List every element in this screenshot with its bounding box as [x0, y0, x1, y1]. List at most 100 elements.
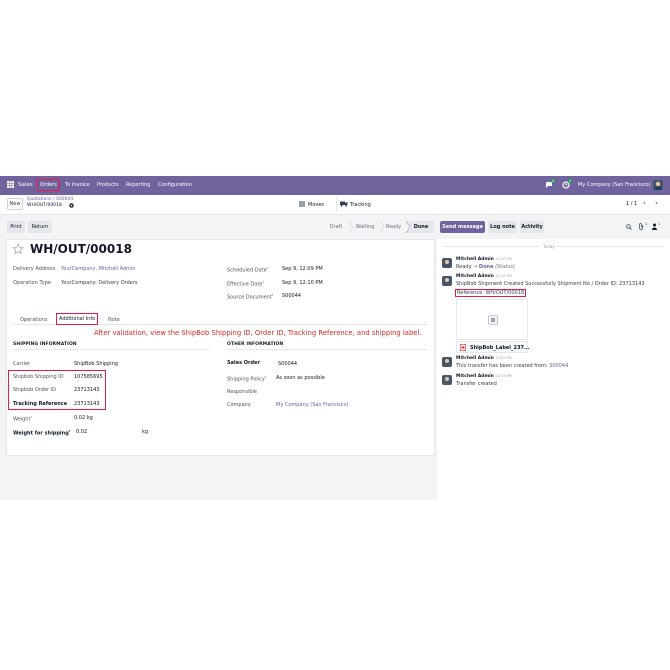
paperclip-icon[interactable] — [638, 223, 644, 230]
pdf-icon — [460, 344, 467, 353]
weight-label-text: Weight — [13, 416, 31, 423]
messages-badge: 4 — [551, 179, 556, 183]
print-button[interactable]: Print — [7, 221, 25, 233]
message-author[interactable]: Mitchell Admin 12:10 PM — [456, 274, 512, 279]
carrier-label: Carrier — [13, 361, 31, 367]
annotation-text: After validation, view the ShipBob Shipp… — [94, 329, 422, 337]
followers-count: 1 — [658, 222, 661, 226]
other-section-line — [227, 349, 427, 350]
shipment-created-text: ShipBob Shipment Created Successfully Sh… — [456, 281, 645, 287]
shipbob-shipping-id-label: Shipbob Shipping ID — [13, 374, 64, 380]
favorite-star-icon[interactable] — [12, 243, 24, 257]
shipbob-shipping-id-value: 107585695 — [74, 374, 103, 380]
shipment-reference-text: Reference: WH/OUT/00018 — [455, 289, 527, 297]
responsible-label: Responsible — [227, 389, 257, 395]
menu-orders[interactable]: Orders — [37, 179, 60, 191]
sales-order-value[interactable]: S00044 — [278, 361, 297, 367]
message-time: 12:09 PM — [495, 356, 512, 360]
company-value[interactable]: My Company (San Francisco) — [276, 402, 349, 408]
stage-done: Done — [413, 224, 429, 230]
message-author[interactable]: Mitchell Admin 12:09 PM — [456, 356, 512, 361]
scheduled-date-label: Scheduled Date? — [227, 266, 269, 274]
settings-gear-icon[interactable] — [69, 203, 74, 208]
source-document-label-text: Source Document — [227, 294, 272, 301]
activity-button[interactable]: Activity — [520, 221, 544, 233]
tracking-reference-value: 23713143 — [74, 401, 100, 407]
tab-operations[interactable]: Operations — [20, 317, 48, 323]
message-author-name: Mitchell Admin — [456, 374, 494, 379]
author-avatar[interactable] — [442, 276, 452, 286]
search-icon[interactable] — [626, 224, 632, 230]
message-time: 12:09 PM — [495, 374, 512, 378]
top-navbar: Sales Orders To Invoice Products Reporti… — [0, 176, 670, 195]
message-time: 12:10 PM — [495, 274, 512, 278]
message-author-name: Mitchell Admin — [456, 356, 494, 361]
effective-date-value: Sep 9, 12:10 PM — [282, 280, 323, 286]
shipping-section-title: SHIPPING INFORMATION — [13, 342, 77, 347]
message-author[interactable]: Mitchell Admin 12:09 PM — [456, 374, 512, 379]
shipping-section-line — [13, 349, 210, 350]
weight-shipping-label: Weight for shipping? — [13, 429, 71, 437]
effective-date-label: Effective Date? — [227, 280, 264, 288]
author-avatar[interactable] — [442, 258, 452, 268]
author-avatar[interactable] — [442, 357, 452, 367]
label-attachment-preview[interactable] — [456, 299, 528, 340]
shipbob-order-id-label: Shipbob Order ID — [13, 387, 57, 393]
tracking-smart-button[interactable]: Tracking — [336, 197, 378, 212]
today-label: Today — [543, 244, 555, 249]
status-field: (Status) — [495, 264, 515, 270]
menu-configuration[interactable]: Configuration — [158, 182, 192, 188]
status-change-line: Ready → Done (Status) — [456, 264, 515, 270]
scheduled-date-value[interactable]: Sep 9, 12:09 PM — [282, 266, 323, 272]
arrow-right-icon: → — [473, 264, 478, 270]
transfer-origin-link[interactable]: S00044 — [549, 363, 568, 369]
activity-badge: 4 — [568, 179, 573, 183]
company-switcher[interactable]: My Company (San Francisco) — [578, 182, 651, 188]
shipping-policy-value[interactable]: As soon as possible — [276, 375, 325, 381]
pager-value[interactable]: 1 / 1 — [626, 201, 637, 207]
moves-smart-button[interactable]: Moves — [296, 197, 336, 212]
return-button[interactable]: Return — [28, 221, 52, 233]
control-panel: New Quotations / S00044 WH/OUT/00018 Mov… — [0, 195, 670, 215]
list-icon — [299, 201, 305, 209]
breadcrumb-path[interactable]: Quotations / S00044 — [27, 197, 73, 202]
file-preview-icon — [488, 315, 498, 327]
app-menu-icon[interactable] — [7, 181, 14, 188]
shipbob-order-id-value: 23713143 — [74, 387, 100, 393]
transfer-origin-text: This transfer has been created from: S00… — [456, 363, 568, 369]
menu-to-invoice[interactable]: To Invoice — [65, 182, 90, 188]
shipping-policy-label-text: Shipping Policy — [227, 376, 265, 383]
menu-products[interactable]: Products — [97, 182, 119, 188]
source-document-value[interactable]: S00044 — [282, 293, 301, 299]
attachment-name: ShipBob_Label_237... — [470, 345, 530, 351]
carrier-value: ShipBob Shipping — [74, 361, 118, 367]
operation-type-value[interactable]: YourCompany: Delivery Orders — [61, 280, 138, 286]
message-author[interactable]: Mitchell Admin 12:10 PM — [456, 257, 512, 262]
moves-label: Moves — [308, 202, 325, 208]
followers-icon[interactable] — [652, 223, 657, 230]
company-label: Company — [227, 402, 251, 408]
pager-next-icon[interactable]: › — [655, 200, 658, 207]
source-document-label: Source Document? — [227, 293, 274, 301]
app-name[interactable]: Sales — [18, 182, 33, 188]
log-note-button[interactable]: Log note — [488, 221, 517, 233]
author-avatar[interactable] — [442, 375, 452, 385]
status-from: Ready — [456, 264, 472, 270]
weight-shipping-value[interactable]: 0.02 — [76, 429, 87, 435]
message-author-name: Mitchell Admin — [456, 257, 494, 262]
send-message-button[interactable]: Send message — [440, 221, 485, 233]
new-button[interactable]: New — [7, 198, 23, 210]
delivery-address-value[interactable]: YourCompany, Mitchell Admin — [61, 266, 136, 272]
tab-note[interactable]: Note — [108, 317, 120, 323]
pager-prev-icon[interactable]: ‹ — [643, 200, 646, 207]
menu-reporting[interactable]: Reporting — [126, 182, 150, 188]
tab-additional-info[interactable]: Additional Info — [56, 313, 99, 325]
scheduled-date-label-text: Scheduled Date — [227, 267, 267, 274]
label-attachment-card[interactable]: ShipBob_Label_237... — [456, 341, 530, 353]
tracking-label: Tracking — [350, 202, 371, 208]
transfer-created-text: Transfer created — [456, 381, 497, 387]
status-to: Done — [478, 264, 494, 270]
user-avatar[interactable] — [653, 180, 663, 190]
sales-order-label: Sales Order — [227, 360, 260, 366]
weight-label: Weight? — [13, 415, 33, 423]
